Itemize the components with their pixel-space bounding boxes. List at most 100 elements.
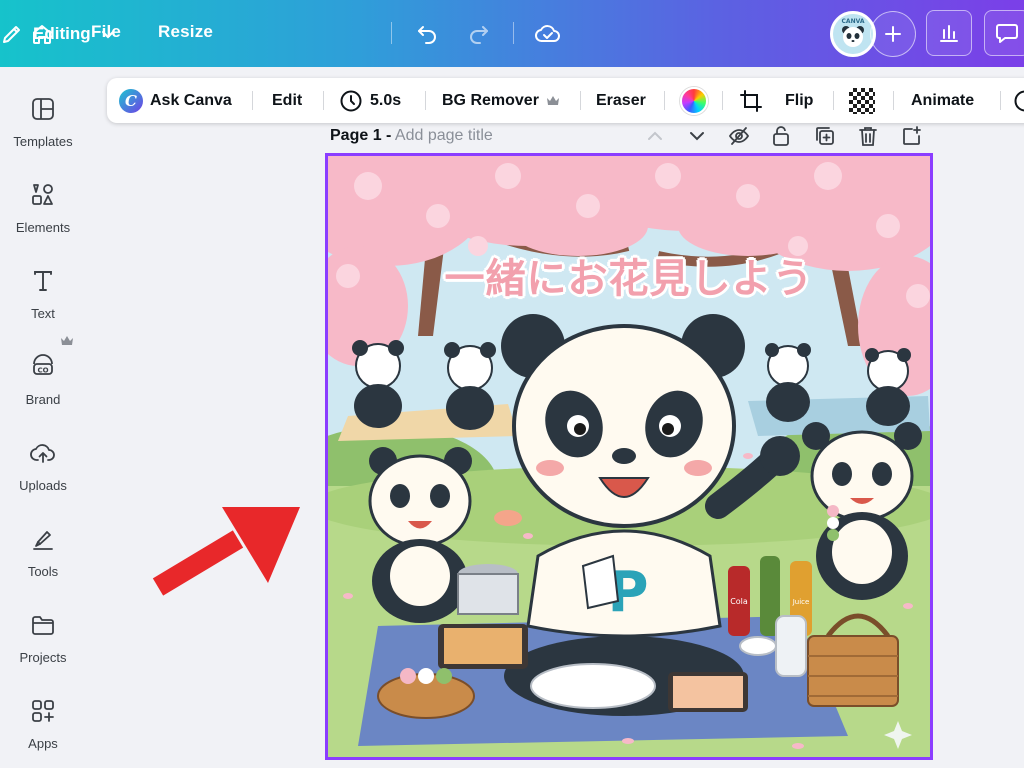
duplicate-icon <box>816 127 834 145</box>
move-page-up-button[interactable] <box>644 125 666 147</box>
bg-remover-label: BG Remover <box>442 91 539 109</box>
trash-icon <box>859 127 877 146</box>
sidebar-item-uploads[interactable]: Uploads <box>0 425 86 505</box>
toolbar-divider <box>425 91 426 110</box>
plus-icon <box>885 26 901 42</box>
page-title[interactable]: Page 1 - Add page title <box>330 127 493 145</box>
edit-button[interactable]: Edit <box>272 78 302 123</box>
toolbar-divider <box>1000 91 1001 110</box>
toolbar-divider <box>722 91 723 110</box>
sidebar-item-label: Tools <box>27 564 59 579</box>
color-adjust-button[interactable] <box>680 78 708 123</box>
clock-icon <box>340 90 362 111</box>
sidebar-item-label: Projects <box>19 650 67 665</box>
duplicate-page-button[interactable] <box>814 125 836 147</box>
undo-icon <box>418 26 436 44</box>
brand-icon: CO <box>33 354 53 375</box>
canva-logo-icon: C <box>119 88 143 113</box>
panda-avatar-icon: CANVA <box>833 14 873 54</box>
sidebar-item-label: Brand <box>25 392 61 407</box>
eye-off-icon <box>728 127 750 145</box>
color-wheel-icon <box>680 86 708 115</box>
comments-button[interactable] <box>984 10 1024 56</box>
more-options-button[interactable] <box>1013 78 1024 123</box>
top-header: File Resize Editing CANVA <box>0 0 1024 67</box>
chevron-up-icon <box>648 131 662 140</box>
canvas-headline[interactable]: 一緒にお花見しよう <box>328 246 930 304</box>
sidebar-item-elements[interactable]: Elements <box>0 167 86 247</box>
transparency-button[interactable] <box>849 78 875 123</box>
bottle-label: Cola <box>730 597 748 606</box>
ask-canva-button[interactable]: C Ask Canva <box>119 78 232 123</box>
toolbar-divider <box>664 91 665 110</box>
folder-icon <box>32 616 54 635</box>
circle-more-icon <box>1014 90 1024 111</box>
bg-remover-button[interactable]: BG Remover <box>442 78 560 123</box>
left-sidebar: Templates Elements Text CO Brand Uploads… <box>0 67 86 768</box>
svg-text:CANVA: CANVA <box>842 18 865 25</box>
sidebar-item-label: Templates <box>13 134 73 149</box>
toolbar-divider <box>252 91 253 110</box>
duration-label: 5.0s <box>370 91 402 109</box>
sidebar-item-label: Elements <box>15 220 71 235</box>
add-page-button[interactable] <box>900 125 922 147</box>
home-icon <box>33 25 51 44</box>
hide-page-button[interactable] <box>728 125 750 147</box>
redo-button[interactable] <box>464 19 494 49</box>
transparency-icon <box>849 87 875 114</box>
sidebar-item-tools[interactable]: Tools <box>0 511 86 591</box>
header-divider <box>391 22 392 44</box>
ask-canva-label: Ask Canva <box>150 91 232 109</box>
home-button[interactable] <box>26 18 58 50</box>
crop-icon <box>740 89 762 112</box>
insights-button[interactable] <box>926 10 972 56</box>
sidebar-item-projects[interactable]: Projects <box>0 597 86 677</box>
lock-page-button[interactable] <box>770 125 792 147</box>
crop-button[interactable] <box>739 78 763 123</box>
comment-icon <box>996 24 1018 43</box>
toolbar-divider <box>833 91 834 110</box>
sidebar-item-label: Text <box>31 306 55 321</box>
file-menu-button[interactable]: File <box>91 22 121 42</box>
text-icon <box>34 271 52 291</box>
crown-icon <box>61 336 73 345</box>
undo-button[interactable] <box>412 19 442 49</box>
design-canvas[interactable]: P Cola Juice 一緒にお花見しよう <box>325 153 933 760</box>
crown-icon <box>546 96 559 105</box>
bottle-label: Juice <box>792 598 810 606</box>
tools-icon <box>33 531 53 550</box>
sidebar-item-apps[interactable]: Apps <box>0 683 86 763</box>
page-title-placeholder[interactable]: Add page title <box>395 127 493 144</box>
toolbar-divider <box>323 91 324 110</box>
lock-icon <box>773 126 789 146</box>
sidebar-item-text[interactable]: Text <box>0 253 86 333</box>
svg-text:CO: CO <box>37 367 48 375</box>
move-page-down-button[interactable] <box>686 125 708 147</box>
elements-icon <box>32 184 53 205</box>
annotation-arrow <box>152 507 300 596</box>
sidebar-item-brand[interactable]: CO Brand <box>0 339 86 419</box>
add-page-icon <box>903 126 921 145</box>
context-toolbar: C Ask Canva Edit 5.0s BG Remover Eraser … <box>107 78 1024 123</box>
toolbar-divider <box>893 91 894 110</box>
resize-button[interactable]: Resize <box>158 22 213 42</box>
flip-button[interactable]: Flip <box>785 78 813 123</box>
add-collaborator-button[interactable] <box>870 11 916 57</box>
templates-icon <box>32 98 54 120</box>
toolbar-divider <box>580 91 581 110</box>
save-status-button[interactable] <box>533 19 563 49</box>
animate-button[interactable]: Animate <box>911 78 974 123</box>
delete-page-button[interactable] <box>857 125 879 147</box>
apps-icon <box>32 700 54 722</box>
sidebar-item-label: Apps <box>28 736 58 751</box>
cloud-check-icon <box>535 25 560 42</box>
redo-icon <box>470 26 488 44</box>
duration-button[interactable]: 5.0s <box>339 78 401 123</box>
eraser-button[interactable]: Eraser <box>596 78 646 123</box>
sidebar-item-label: Uploads <box>19 478 67 493</box>
cloud-upload-icon <box>30 444 55 463</box>
header-divider <box>513 22 514 44</box>
bar-chart-icon <box>940 25 958 42</box>
sidebar-item-templates[interactable]: Templates <box>0 81 86 161</box>
page-number: Page 1 - <box>330 127 392 144</box>
